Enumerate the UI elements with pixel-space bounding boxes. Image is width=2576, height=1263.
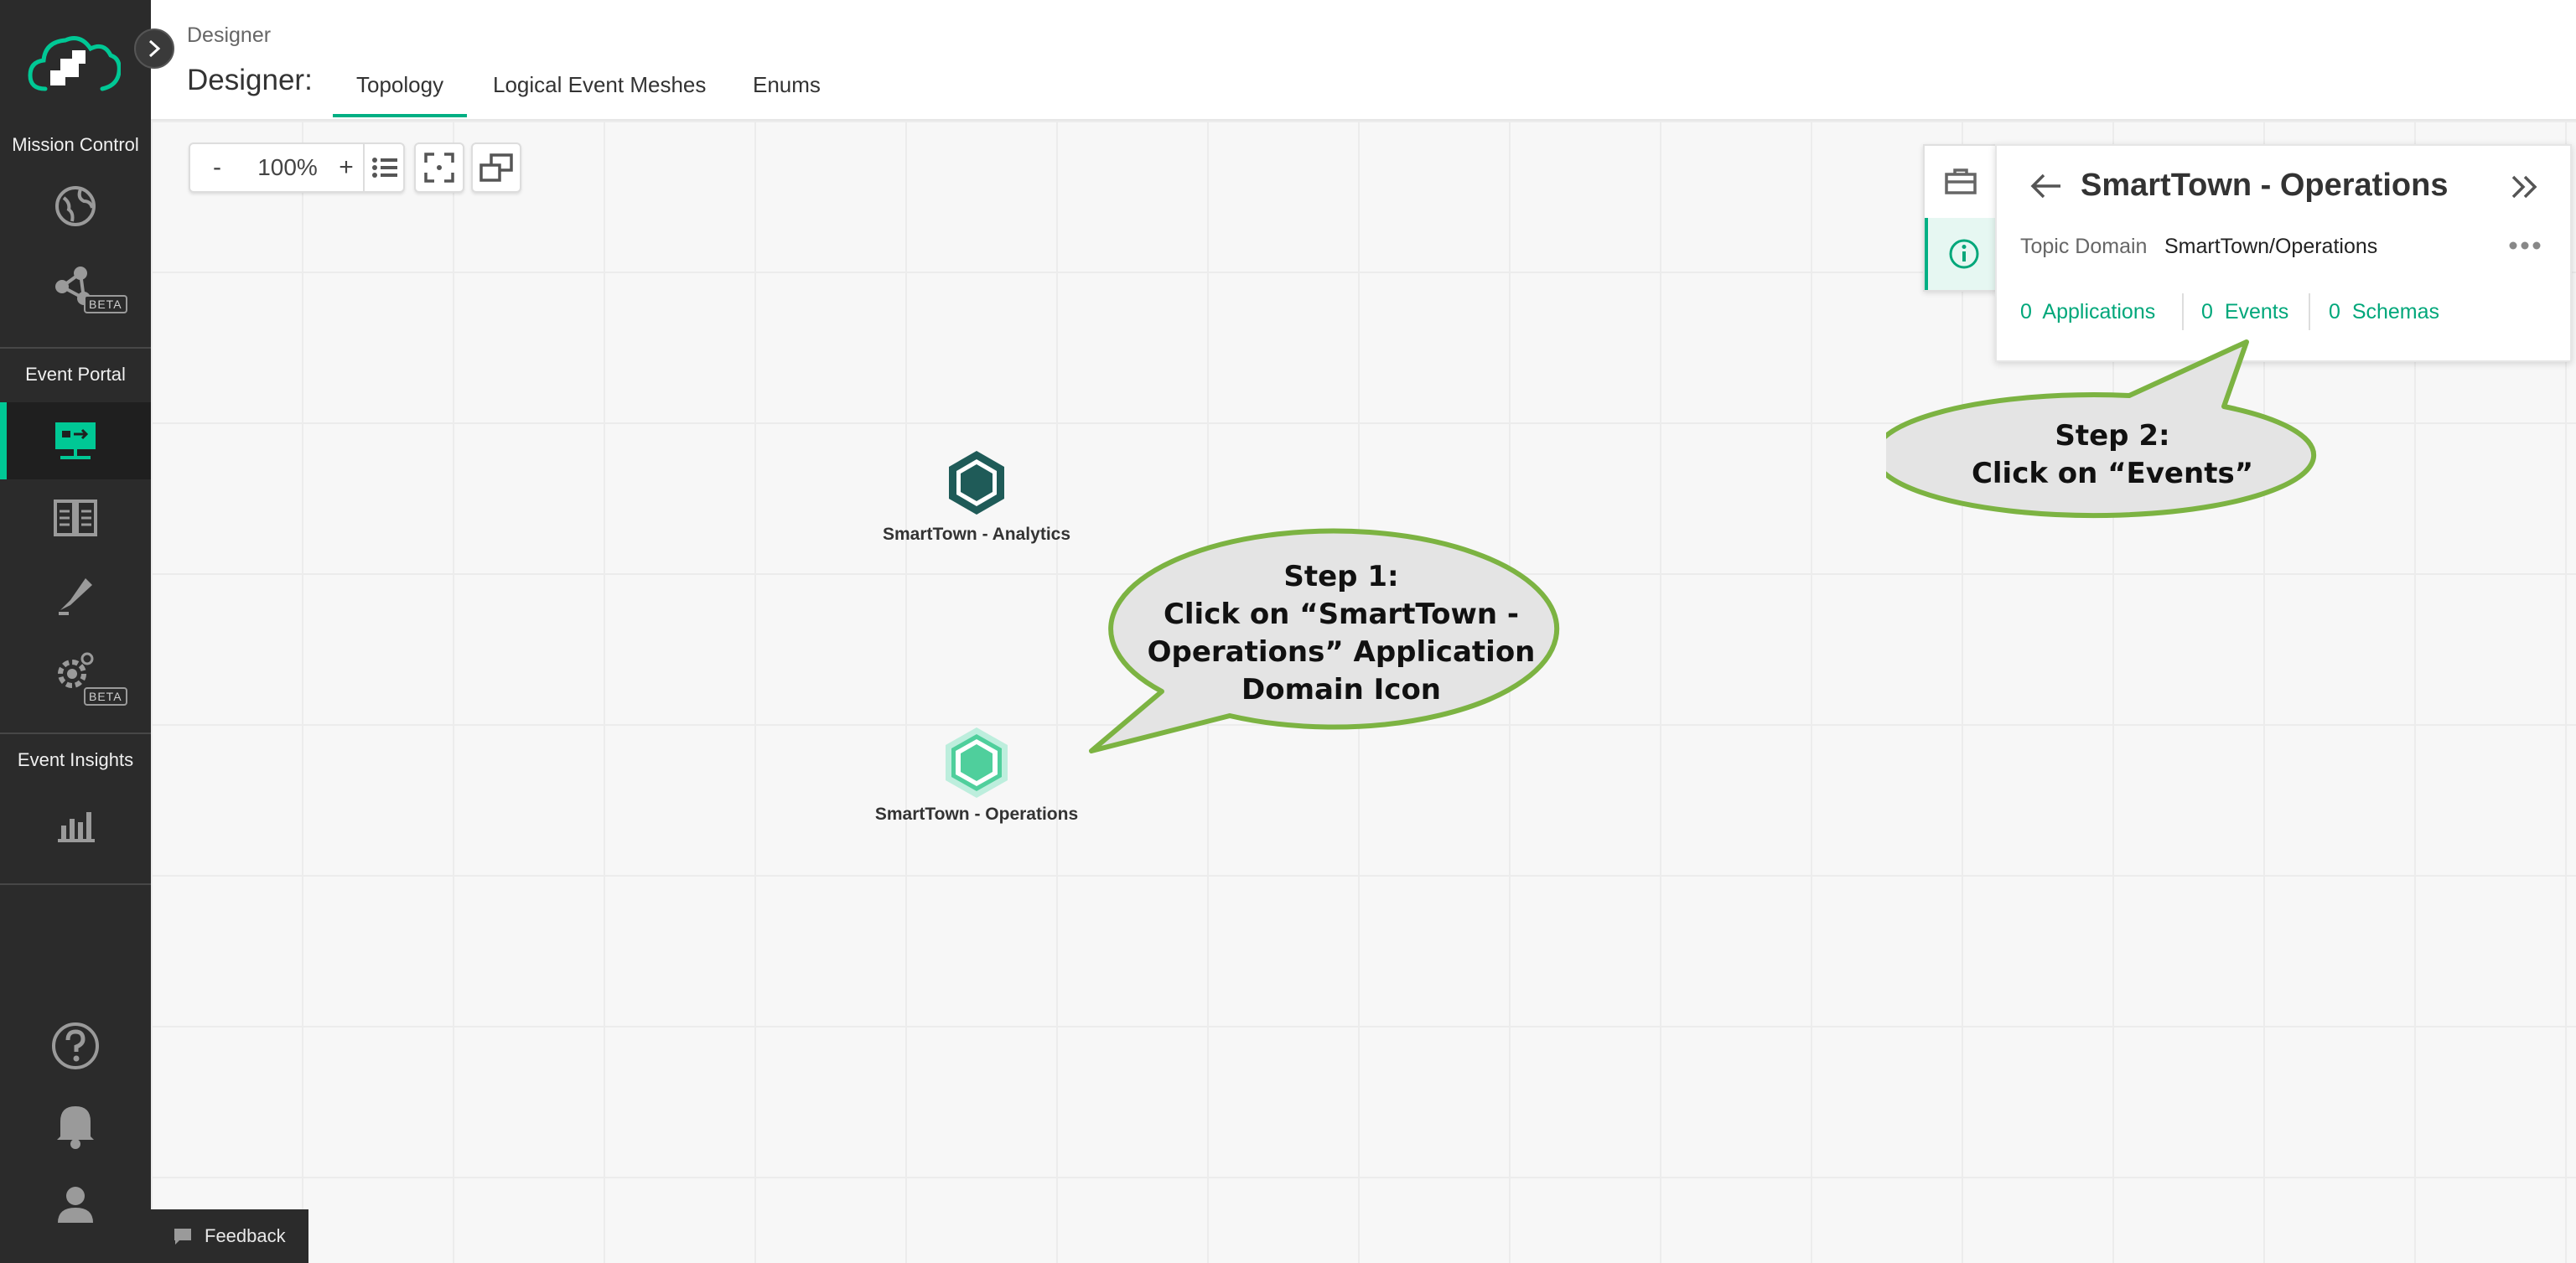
applications-link[interactable]: 0 Applications — [2020, 300, 2155, 324]
comment-icon — [174, 1229, 191, 1245]
tab-logical-event-meshes[interactable]: Logical Event Meshes — [493, 72, 706, 98]
sidebar-item-designer[interactable] — [0, 402, 151, 479]
chevron-right-icon — [148, 39, 161, 58]
schemas-label: Schemas — [2351, 300, 2440, 324]
list-icon — [372, 158, 397, 178]
legend-list-button[interactable] — [363, 144, 405, 191]
sidebar-divider — [0, 883, 151, 885]
arrange-layout-button[interactable] — [471, 142, 521, 193]
step2-line: Click on “Events” — [1971, 457, 2254, 490]
zoom-level: 100% — [257, 154, 318, 180]
panel-title: SmartTown - Operations — [2081, 168, 2449, 203]
step1-line: Click on “SmartTown - — [1163, 598, 1520, 631]
applications-label: Applications — [2042, 300, 2156, 324]
panel-tab-components[interactable] — [1925, 146, 1997, 218]
collapse-panel-icon[interactable] — [2510, 174, 2538, 199]
info-icon — [1949, 239, 1979, 269]
domain-node-operations-icon[interactable] — [942, 726, 1011, 800]
user-icon — [58, 1187, 93, 1223]
events-count: 0 — [2201, 300, 2213, 324]
toolbox-icon — [1945, 168, 1977, 194]
panel-tab-strip — [1923, 144, 2000, 292]
insights-chart-icon — [58, 812, 95, 842]
user-profile-button[interactable] — [0, 1165, 151, 1242]
zoom-in-button[interactable]: + — [329, 144, 363, 191]
step1-line: Operations” Application — [1147, 635, 1536, 669]
sidebar-item-runtime-settings[interactable]: BETA — [0, 635, 151, 712]
beta-badge: BETA — [84, 687, 127, 706]
sidebar-item-mission-control-mesh[interactable]: BETA — [0, 248, 151, 325]
feedback-label: Feedback — [205, 1225, 286, 1246]
tab-topology[interactable]: Topology — [332, 72, 468, 117]
tab-enums[interactable]: Enums — [753, 72, 821, 98]
page-title: Designer: — [187, 64, 313, 96]
feedback-button[interactable]: Feedback — [151, 1209, 308, 1263]
fit-screen-icon — [424, 153, 454, 183]
bell-icon — [57, 1106, 94, 1149]
sidebar-item-mission-control-globe[interactable] — [0, 168, 151, 245]
zoom-controls: - 100% + — [189, 142, 405, 193]
sidebar-item-event-insights[interactable] — [0, 786, 151, 863]
step1-line: Domain Icon — [1241, 673, 1442, 707]
help-icon — [52, 1022, 99, 1069]
details-panel: SmartTown - Operations Topic Domain Smar… — [1995, 144, 2572, 362]
breadcrumb[interactable]: Designer — [187, 23, 271, 48]
applications-count: 0 — [2020, 300, 2032, 324]
globe-icon — [55, 186, 96, 226]
events-link[interactable]: 0 Events — [2201, 300, 2288, 324]
catalog-icon — [54, 500, 97, 536]
step2-line: Step 2: — [2055, 419, 2170, 453]
sidebar-expand-button[interactable] — [134, 28, 174, 69]
link-separator — [2309, 293, 2310, 330]
logo-icon[interactable] — [27, 30, 122, 97]
notifications-button[interactable] — [0, 1086, 151, 1163]
node-label-operations[interactable]: SmartTown - Operations — [809, 805, 1144, 825]
back-arrow-icon[interactable] — [2029, 173, 2062, 199]
section-label-event-portal: Event Portal — [25, 364, 126, 385]
step1-line: Step 1: — [1283, 560, 1399, 593]
link-separator — [2182, 293, 2184, 330]
sidebar-divider — [0, 347, 151, 349]
sidebar-item-catalog[interactable] — [0, 479, 151, 556]
designer-icon — [55, 422, 96, 459]
section-label-event-insights: Event Insights — [17, 749, 134, 770]
page-header: Designer Designer: Topology Logical Even… — [151, 0, 2576, 121]
events-label: Events — [2224, 300, 2289, 324]
section-label-mission-control: Mission Control — [12, 134, 139, 155]
domain-node-analytics-icon[interactable] — [946, 449, 1008, 516]
schemas-link[interactable]: 0 Schemas — [2329, 300, 2439, 324]
panel-tab-info[interactable] — [1925, 218, 2000, 290]
topic-domain-label: Topic Domain — [2020, 235, 2148, 258]
schemas-count: 0 — [2329, 300, 2340, 324]
step1-callout-text: Step 1: Click on “SmartTown - Operations… — [1123, 558, 1559, 709]
fit-to-screen-button[interactable] — [414, 142, 464, 193]
beta-badge: BETA — [84, 295, 127, 313]
zoom-out-button[interactable]: - — [194, 144, 241, 191]
arrange-icon — [479, 153, 513, 182]
event-api-icon — [59, 578, 92, 615]
topic-domain-value: SmartTown/Operations — [2164, 235, 2378, 258]
help-button[interactable] — [0, 1007, 151, 1084]
more-options-icon[interactable] — [2508, 240, 2542, 251]
sidebar-divider — [0, 732, 151, 734]
sidebar: Mission Control BETA Event Portal BETA E… — [0, 0, 174, 1263]
step2-callout-text: Step 2: Click on “Events” — [1920, 417, 2305, 493]
sidebar-item-event-api[interactable] — [0, 556, 151, 634]
